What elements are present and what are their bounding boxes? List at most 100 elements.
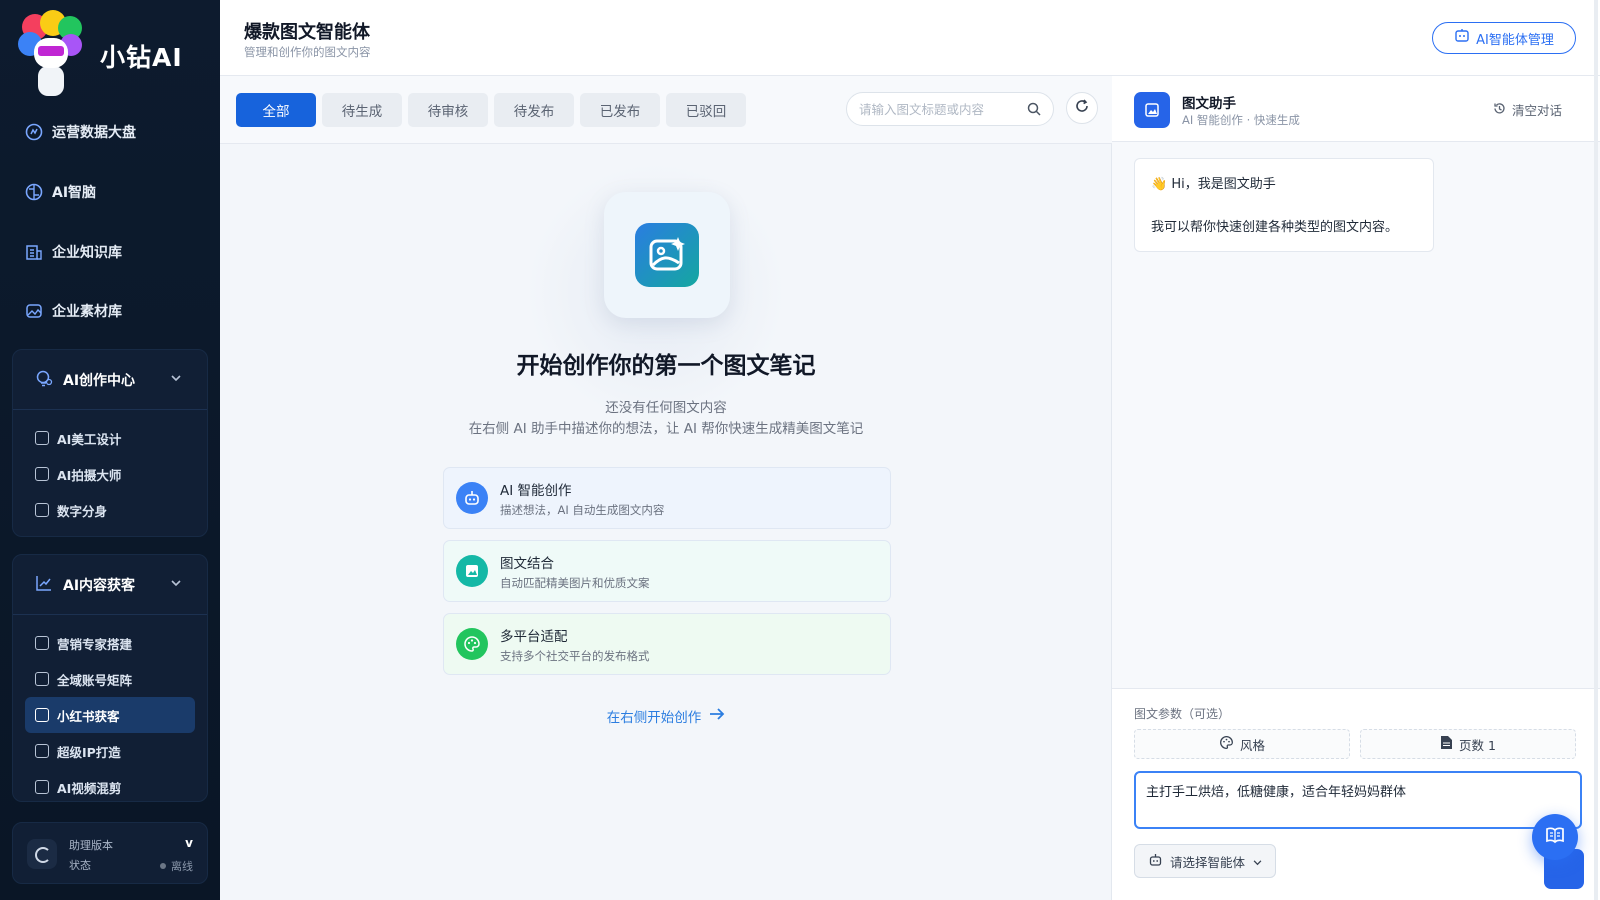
- page-count-label: 页数 1: [1459, 737, 1496, 753]
- brain-icon: [24, 182, 44, 202]
- palette-icon: [1219, 735, 1234, 753]
- book-icon: [1544, 824, 1566, 850]
- search-icon[interactable]: [1027, 102, 1041, 116]
- tab-pending-publish[interactable]: 待发布: [494, 93, 574, 127]
- sidebar-item-ai-design[interactable]: AI美工设计: [13, 420, 207, 456]
- bulb-icon: [35, 369, 53, 391]
- search-input[interactable]: [859, 101, 1019, 117]
- empty-state-desc: 还没有任何图文内容: [605, 400, 727, 416]
- trend-icon: [35, 574, 53, 596]
- sidebar-group-label: AI创作中心: [63, 372, 136, 389]
- sidebar-item-label: 超级IP打造: [57, 744, 121, 760]
- knowledge-icon: [24, 242, 44, 262]
- image-sparkle-icon: [635, 223, 699, 287]
- prompt-input[interactable]: 主打手工烘焙，低糖健康，适合年轻妈妈群体: [1134, 771, 1582, 829]
- assistant-name: 图文助手: [1182, 96, 1236, 112]
- sidebar-item-video-mix[interactable]: AI视频混剪: [13, 769, 207, 801]
- tab-pending-review[interactable]: 待审核: [408, 93, 488, 127]
- refresh-button[interactable]: [1066, 92, 1098, 124]
- sidebar-item-asset-library[interactable]: 企业素材库: [24, 301, 122, 321]
- feature-desc: 描述想法，AI 自动生成图文内容: [500, 502, 665, 517]
- id-icon: [35, 744, 49, 758]
- agent-select-label: 请选择智能体: [1170, 854, 1246, 870]
- dashboard-icon: [24, 122, 44, 142]
- sidebar-item-label: AI视频混剪: [57, 780, 122, 796]
- user-icon: [35, 636, 49, 650]
- clear-label: 清空对话: [1511, 103, 1562, 118]
- image-icon: [456, 555, 488, 587]
- sidebar-item-super-ip[interactable]: 超级IP打造: [13, 733, 207, 769]
- history-icon: [1493, 102, 1506, 118]
- assistant-panel: 图文助手 AI 智能创作 · 快速生成 清空对话 👋 Hi，我是图文助手 我可以…: [1112, 76, 1600, 900]
- sidebar-item-label: 小红书获客: [57, 708, 120, 724]
- sidebar-group-header[interactable]: AI创作中心: [13, 350, 207, 410]
- document-icon: [1440, 735, 1453, 753]
- tab-all[interactable]: 全部: [236, 93, 316, 127]
- status-badge: 离线: [160, 858, 193, 874]
- assistant-message: 👋 Hi，我是图文助手 我可以帮你快速创建各种类型的图文内容。: [1134, 158, 1434, 252]
- refresh-icon: [1075, 99, 1089, 117]
- sidebar-item-ai-photo[interactable]: AI拍摄大师: [13, 456, 207, 492]
- assistant-subtitle: AI 智能创作 · 快速生成: [1182, 113, 1300, 127]
- robot-icon: [456, 482, 488, 514]
- sidebar-item-label: 企业知识库: [52, 245, 122, 261]
- feature-desc: 支持多个社交平台的发布格式: [500, 648, 650, 663]
- page-header: 爆款图文智能体 管理和创作你的图文内容 AI智能体管理: [220, 0, 1600, 76]
- sidebar-group-label: AI内容获客: [63, 577, 136, 594]
- status-label: 状态: [69, 859, 91, 872]
- tab-pending-generate[interactable]: 待生成: [322, 93, 402, 127]
- status-value: 离线: [171, 860, 193, 873]
- start-creating-link[interactable]: 在右侧开始创作: [220, 706, 1112, 726]
- sidebar-item-ai-brain[interactable]: AI智脑: [24, 182, 96, 202]
- clear-conversation-button[interactable]: 清空对话: [1493, 100, 1562, 119]
- empty-state-hint: 在右侧 AI 助手中描述你的想法，让 AI 帮你快速生成精美图文笔记: [468, 421, 864, 437]
- sidebar-item-label: AI拍摄大师: [57, 467, 122, 483]
- style-button[interactable]: 风格: [1134, 729, 1350, 759]
- sidebar-item-marketing-expert[interactable]: 营销专家搭建: [13, 625, 207, 661]
- assistant-status-card[interactable]: 助理版本 v 状态 离线: [12, 822, 208, 884]
- feature-card-image-text: 图文结合 自动匹配精美图片和优质文案: [443, 540, 891, 602]
- sidebar-item-label: 数字分身: [57, 503, 108, 519]
- empty-state-title: 开始创作你的第一个图文笔记: [516, 353, 816, 379]
- sidebar-item-dashboard[interactable]: 运营数据大盘: [24, 122, 136, 142]
- sidebar-item-label: 全域账号矩阵: [57, 672, 133, 688]
- sidebar-group-header[interactable]: AI内容获客: [13, 555, 207, 615]
- help-book-button[interactable]: [1532, 814, 1578, 860]
- version-value: v: [185, 836, 193, 850]
- sidebar-item-label: AI美工设计: [57, 431, 122, 447]
- brand-logo[interactable]: [18, 10, 84, 96]
- search-box: [846, 92, 1054, 126]
- sidebar-item-digital-avatar[interactable]: 数字分身: [13, 492, 207, 528]
- params-label: 图文参数（可选）: [1134, 707, 1231, 721]
- image-icon: [24, 301, 44, 321]
- sidebar-item-xiaohongshu[interactable]: 小红书获客: [25, 697, 195, 733]
- agent-select[interactable]: 请选择智能体: [1134, 844, 1276, 878]
- sidebar-group-ai-acquisition: AI内容获客 营销专家搭建 全域账号矩阵 小红书获客 超级IP打造 AI视频混剪: [12, 554, 208, 802]
- design-icon: [35, 431, 49, 445]
- feature-title: AI 智能创作: [500, 482, 572, 499]
- wave-emoji-icon: 👋: [1151, 177, 1168, 192]
- assistant-header: 图文助手 AI 智能创作 · 快速生成 清空对话: [1112, 76, 1600, 142]
- arrow-right-icon: [709, 707, 725, 725]
- sidebar: 小钻AI 运营数据大盘 AI智脑 企业知识库 企业素材库 AI创作中心 AI美工…: [0, 0, 220, 900]
- greeting-line: 👋 Hi，我是图文助手: [1151, 173, 1417, 192]
- brand-name: 小钻AI: [100, 43, 183, 72]
- sidebar-item-knowledge-base[interactable]: 企业知识库: [24, 242, 122, 262]
- tab-published[interactable]: 已发布: [580, 93, 660, 127]
- agent-manage-button[interactable]: AI智能体管理: [1432, 22, 1576, 54]
- feature-title: 图文结合: [500, 555, 554, 572]
- palette-icon: [456, 628, 488, 660]
- camera-icon: [35, 467, 49, 481]
- page-scrollbar[interactable]: [1594, 0, 1598, 900]
- sidebar-item-label: 营销专家搭建: [57, 636, 133, 652]
- empty-state-illustration: [604, 192, 730, 318]
- avatar-icon: [35, 503, 49, 517]
- document-icon: [35, 672, 49, 686]
- tab-rejected[interactable]: 已驳回: [666, 93, 746, 127]
- composer: 图文参数（可选） 风格 页数 1 主打手工烘焙，低糖健康，适合年轻妈妈群体 请选…: [1112, 688, 1600, 900]
- chevron-down-icon: [171, 577, 181, 590]
- sidebar-item-account-matrix[interactable]: 全域账号矩阵: [13, 661, 207, 697]
- style-label: 风格: [1239, 737, 1265, 753]
- page-count-button[interactable]: 页数 1: [1360, 729, 1576, 759]
- greeting-text: Hi，我是图文助手: [1171, 177, 1276, 192]
